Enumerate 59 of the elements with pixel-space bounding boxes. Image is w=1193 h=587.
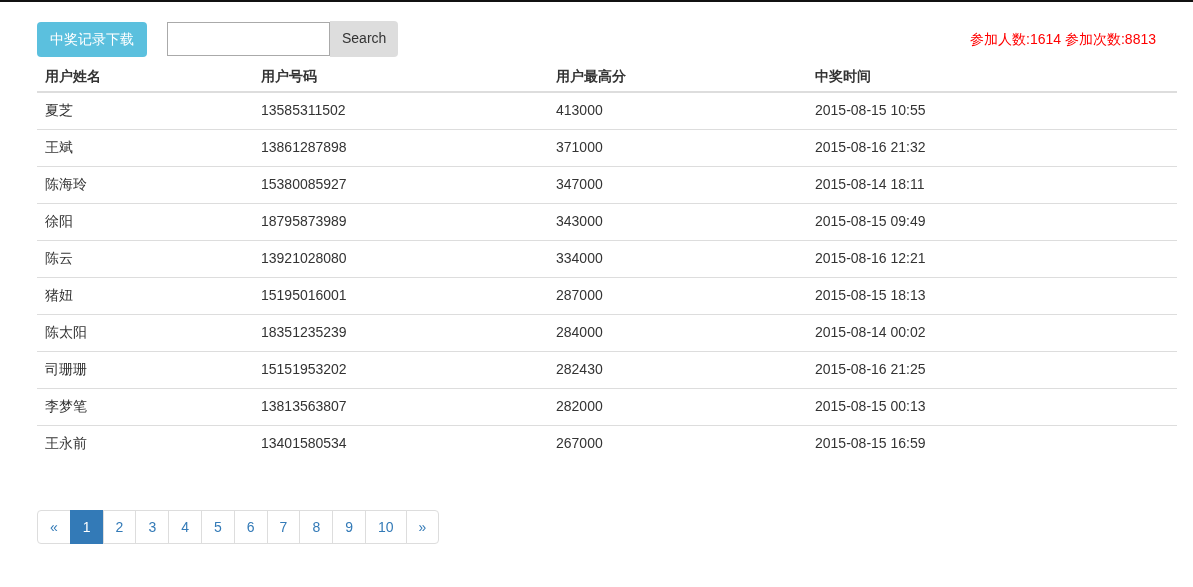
column-header: 用户最高分: [548, 61, 807, 92]
table-cell: 猪妞: [37, 277, 253, 314]
table-cell: 18795873989: [253, 203, 548, 240]
table-cell: 2015-08-16 21:32: [807, 129, 1177, 166]
table-cell: 282000: [548, 388, 807, 425]
search-field[interactable]: [167, 21, 330, 56]
table-cell: 陈太阳: [37, 314, 253, 351]
page-link[interactable]: 9: [332, 510, 366, 544]
table-cell: 13813563807: [253, 388, 548, 425]
table-cell: 371000: [548, 129, 807, 166]
table-cell: 陈云: [37, 240, 253, 277]
table-cell: 王永前: [37, 425, 253, 462]
page-link[interactable]: 5: [201, 510, 235, 544]
table-cell: 13401580534: [253, 425, 548, 462]
search-button[interactable]: Search: [330, 20, 399, 57]
page-link[interactable]: «: [37, 510, 71, 544]
page-link[interactable]: 7: [266, 510, 301, 544]
table-cell: 18351235239: [253, 314, 548, 351]
page-link[interactable]: 2: [102, 510, 137, 544]
table-cell: 413000: [548, 92, 807, 129]
table-cell: 2015-08-15 00:13: [807, 388, 1177, 425]
table-cell: 2015-08-16 21:25: [807, 351, 1177, 388]
table-cell: 司珊珊: [37, 351, 253, 388]
participation-stats: 参加人数:1614 参加次数:8813: [970, 29, 1156, 49]
table-cell: 夏芝: [37, 92, 253, 129]
table-cell: 284000: [548, 314, 807, 351]
table-cell: 282430: [548, 351, 807, 388]
table-cell: 13921028080: [253, 240, 548, 277]
table-cell: 287000: [548, 277, 807, 314]
table-cell: 347000: [548, 166, 807, 203]
table-cell: 2015-08-16 12:21: [807, 240, 1177, 277]
column-header: 用户姓名: [37, 61, 253, 92]
table-cell: 陈海玲: [37, 166, 253, 203]
table-cell: 13861287898: [253, 129, 548, 166]
table-cell: 徐阳: [37, 203, 253, 240]
table-cell: 15151953202: [253, 351, 548, 388]
table-cell: 王斌: [37, 129, 253, 166]
table-cell: 15380085927: [253, 166, 548, 203]
page-link[interactable]: 10: [364, 510, 407, 544]
table-cell: 2015-08-14 00:02: [807, 314, 1177, 351]
table-cell: 2015-08-15 18:13: [807, 277, 1177, 314]
table-cell: 334000: [548, 240, 807, 277]
page-link[interactable]: 4: [168, 510, 202, 544]
table-cell: 343000: [548, 203, 807, 240]
page-link[interactable]: 8: [299, 510, 334, 544]
page-link[interactable]: 6: [233, 510, 268, 544]
column-header: 中奖时间: [807, 61, 1177, 92]
page-link[interactable]: 1: [69, 510, 104, 544]
page-link[interactable]: 3: [135, 510, 170, 544]
table-cell: 13585311502: [253, 92, 548, 129]
table-cell: 李梦笔: [37, 388, 253, 425]
table-cell: 2015-08-15 16:59: [807, 425, 1177, 462]
table-cell: 267000: [548, 425, 807, 462]
table-cell: 2015-08-15 09:49: [807, 203, 1177, 240]
table-cell: 15195016001: [253, 277, 548, 314]
column-header: 用户号码: [253, 61, 548, 92]
page-link[interactable]: »: [405, 510, 440, 544]
table-cell: 2015-08-15 10:55: [807, 92, 1177, 129]
table-cell: 2015-08-14 18:11: [807, 166, 1177, 203]
